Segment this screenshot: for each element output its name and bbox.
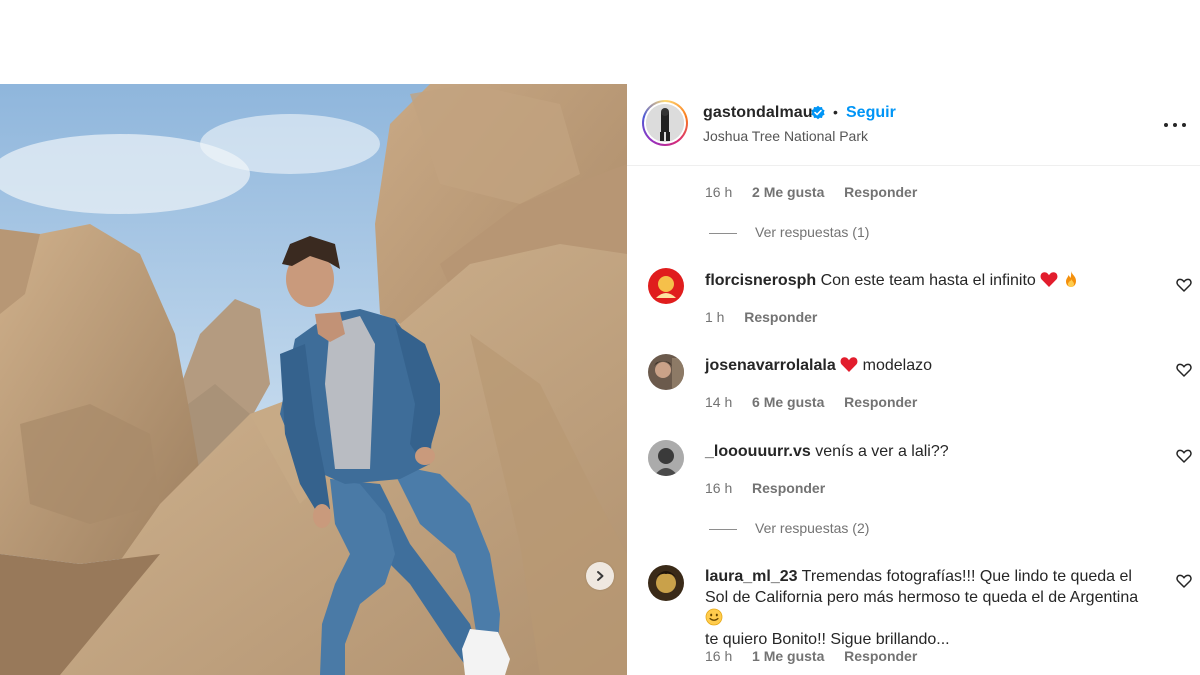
- carousel-next-button[interactable]: [586, 562, 614, 590]
- comment-time: 16 h: [705, 648, 733, 664]
- reply-button[interactable]: Responder: [844, 184, 917, 200]
- reply-button[interactable]: Responder: [844, 648, 917, 664]
- comment-time: 16 h: [705, 184, 733, 200]
- comment-username[interactable]: laura_ml_23: [705, 568, 798, 585]
- like-comment-heart-icon[interactable]: [1176, 277, 1192, 293]
- post-side-panel: gastondalmau • Seguir Joshua Tree Nation…: [627, 84, 1200, 675]
- author-username[interactable]: gastondalmau: [703, 104, 813, 122]
- reply-button[interactable]: Responder: [744, 309, 817, 325]
- comment-likes[interactable]: 1 Me gusta: [752, 648, 824, 664]
- comment-meta: 1 h Responder: [705, 309, 817, 325]
- comment-text: Con este team hasta el infinito: [820, 272, 1036, 289]
- comment-meta: 16 h 1 Me gusta Responder: [705, 648, 917, 664]
- comment-username[interactable]: josenavarrolalala: [705, 357, 836, 374]
- commenter-avatar[interactable]: [648, 565, 684, 601]
- comment-body: _looouuurr.vs venís a ver a lali??: [705, 441, 1145, 462]
- comment-text: venís a ver a lali??: [815, 443, 949, 460]
- commenter-avatar[interactable]: [648, 440, 684, 476]
- commenter-avatar[interactable]: [648, 354, 684, 390]
- separator-dot: •: [833, 104, 838, 120]
- view-replies-button[interactable]: Ver respuestas (1): [709, 224, 869, 240]
- comment-body: laura_ml_23 Tremendas fotografías!!! Que…: [705, 566, 1145, 650]
- comment-username[interactable]: _looouuurr.vs: [705, 443, 811, 460]
- comment-text: modelazo: [862, 357, 933, 374]
- more-options-button[interactable]: [1163, 120, 1187, 130]
- red-heart-icon: [840, 357, 858, 372]
- like-comment-heart-icon[interactable]: [1176, 448, 1192, 464]
- comment-time: 1 h: [705, 309, 725, 325]
- like-comment-heart-icon[interactable]: [1176, 362, 1192, 378]
- comment-likes[interactable]: 6 Me gusta: [752, 394, 824, 410]
- like-comment-heart-icon[interactable]: [1176, 573, 1192, 589]
- post-location[interactable]: Joshua Tree National Park: [703, 128, 868, 144]
- comment-meta: 16 h 2 Me gusta Responder: [705, 184, 917, 200]
- author-avatar[interactable]: [642, 100, 688, 146]
- verified-badge-icon: [811, 105, 825, 120]
- desert-rocks-photo: [0, 84, 627, 675]
- commenter-avatar[interactable]: [648, 268, 684, 304]
- post-photo: [0, 84, 627, 675]
- carousel-next-icon: [597, 571, 604, 581]
- follow-button[interactable]: Seguir: [846, 104, 896, 122]
- post-header: gastondalmau • Seguir Joshua Tree Nation…: [627, 84, 1200, 166]
- comment-likes[interactable]: 2 Me gusta: [752, 184, 824, 200]
- comment-text-continued: te quiero Bonito!! Sigue brillando...: [705, 631, 950, 648]
- comment-time: 14 h: [705, 394, 733, 410]
- author-avatar-image: [646, 104, 684, 142]
- comment-meta: 16 h Responder: [705, 480, 825, 496]
- comment-meta: 14 h 6 Me gusta Responder: [705, 394, 917, 410]
- smiling-face-icon: [705, 608, 723, 626]
- reply-button[interactable]: Responder: [844, 394, 917, 410]
- more-options-icon: [1164, 123, 1168, 127]
- comment-body: josenavarrolalala modelazo: [705, 355, 1145, 376]
- comment-body: florcisnerosph Con este team hasta el in…: [705, 270, 1145, 291]
- reply-button[interactable]: Responder: [752, 480, 825, 496]
- comment-time: 16 h: [705, 480, 733, 496]
- view-replies-button[interactable]: Ver respuestas (2): [709, 520, 869, 536]
- red-heart-icon: [1040, 272, 1058, 287]
- comment-username[interactable]: florcisnerosph: [705, 272, 816, 289]
- fire-icon: [1065, 271, 1076, 287]
